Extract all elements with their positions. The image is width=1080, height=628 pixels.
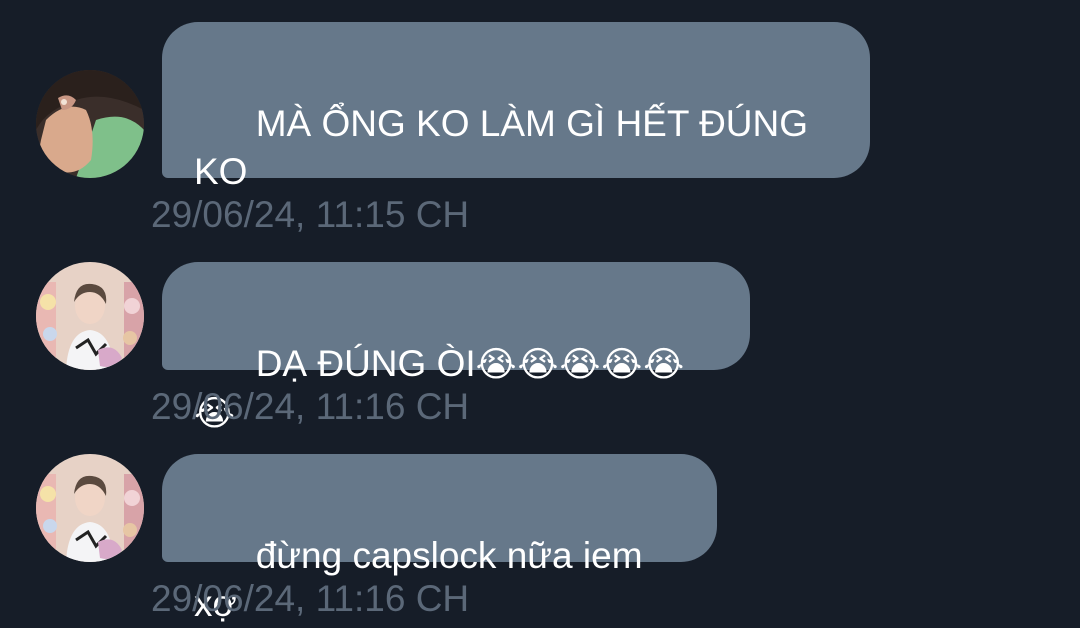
avatar[interactable]: [36, 70, 144, 178]
message-bubble[interactable]: DẠ ĐÚNG ÒI😭😭😭😭😭😭: [162, 262, 750, 433]
chat-thread: MÀ ỔNG KO LÀM GÌ HẾT ĐÚNG KO 29/06/24, 1…: [0, 0, 1080, 628]
avatar-photo-icon: [36, 262, 144, 370]
message-text: MÀ ỔNG KO LÀM GÌ HẾT ĐÚNG KO: [194, 103, 809, 192]
avatar-photo-icon: [36, 70, 144, 178]
avatar[interactable]: [36, 454, 144, 562]
message-text: DẠ ĐÚNG ÒI: [255, 343, 476, 384]
avatar-photo-icon: [36, 454, 144, 562]
message-timestamp: 29/06/24, 11:15 CH: [151, 194, 470, 235]
message-timestamp: 29/06/24, 11:16 CH: [151, 578, 470, 619]
message-timestamp: 29/06/24, 11:16 CH: [151, 386, 470, 427]
avatar[interactable]: [36, 262, 144, 370]
message-bubble[interactable]: MÀ ỔNG KO LÀM GÌ HẾT ĐÚNG KO: [162, 22, 870, 192]
message-bubble[interactable]: đừng capslock nữa iem xợ: [162, 454, 717, 624]
